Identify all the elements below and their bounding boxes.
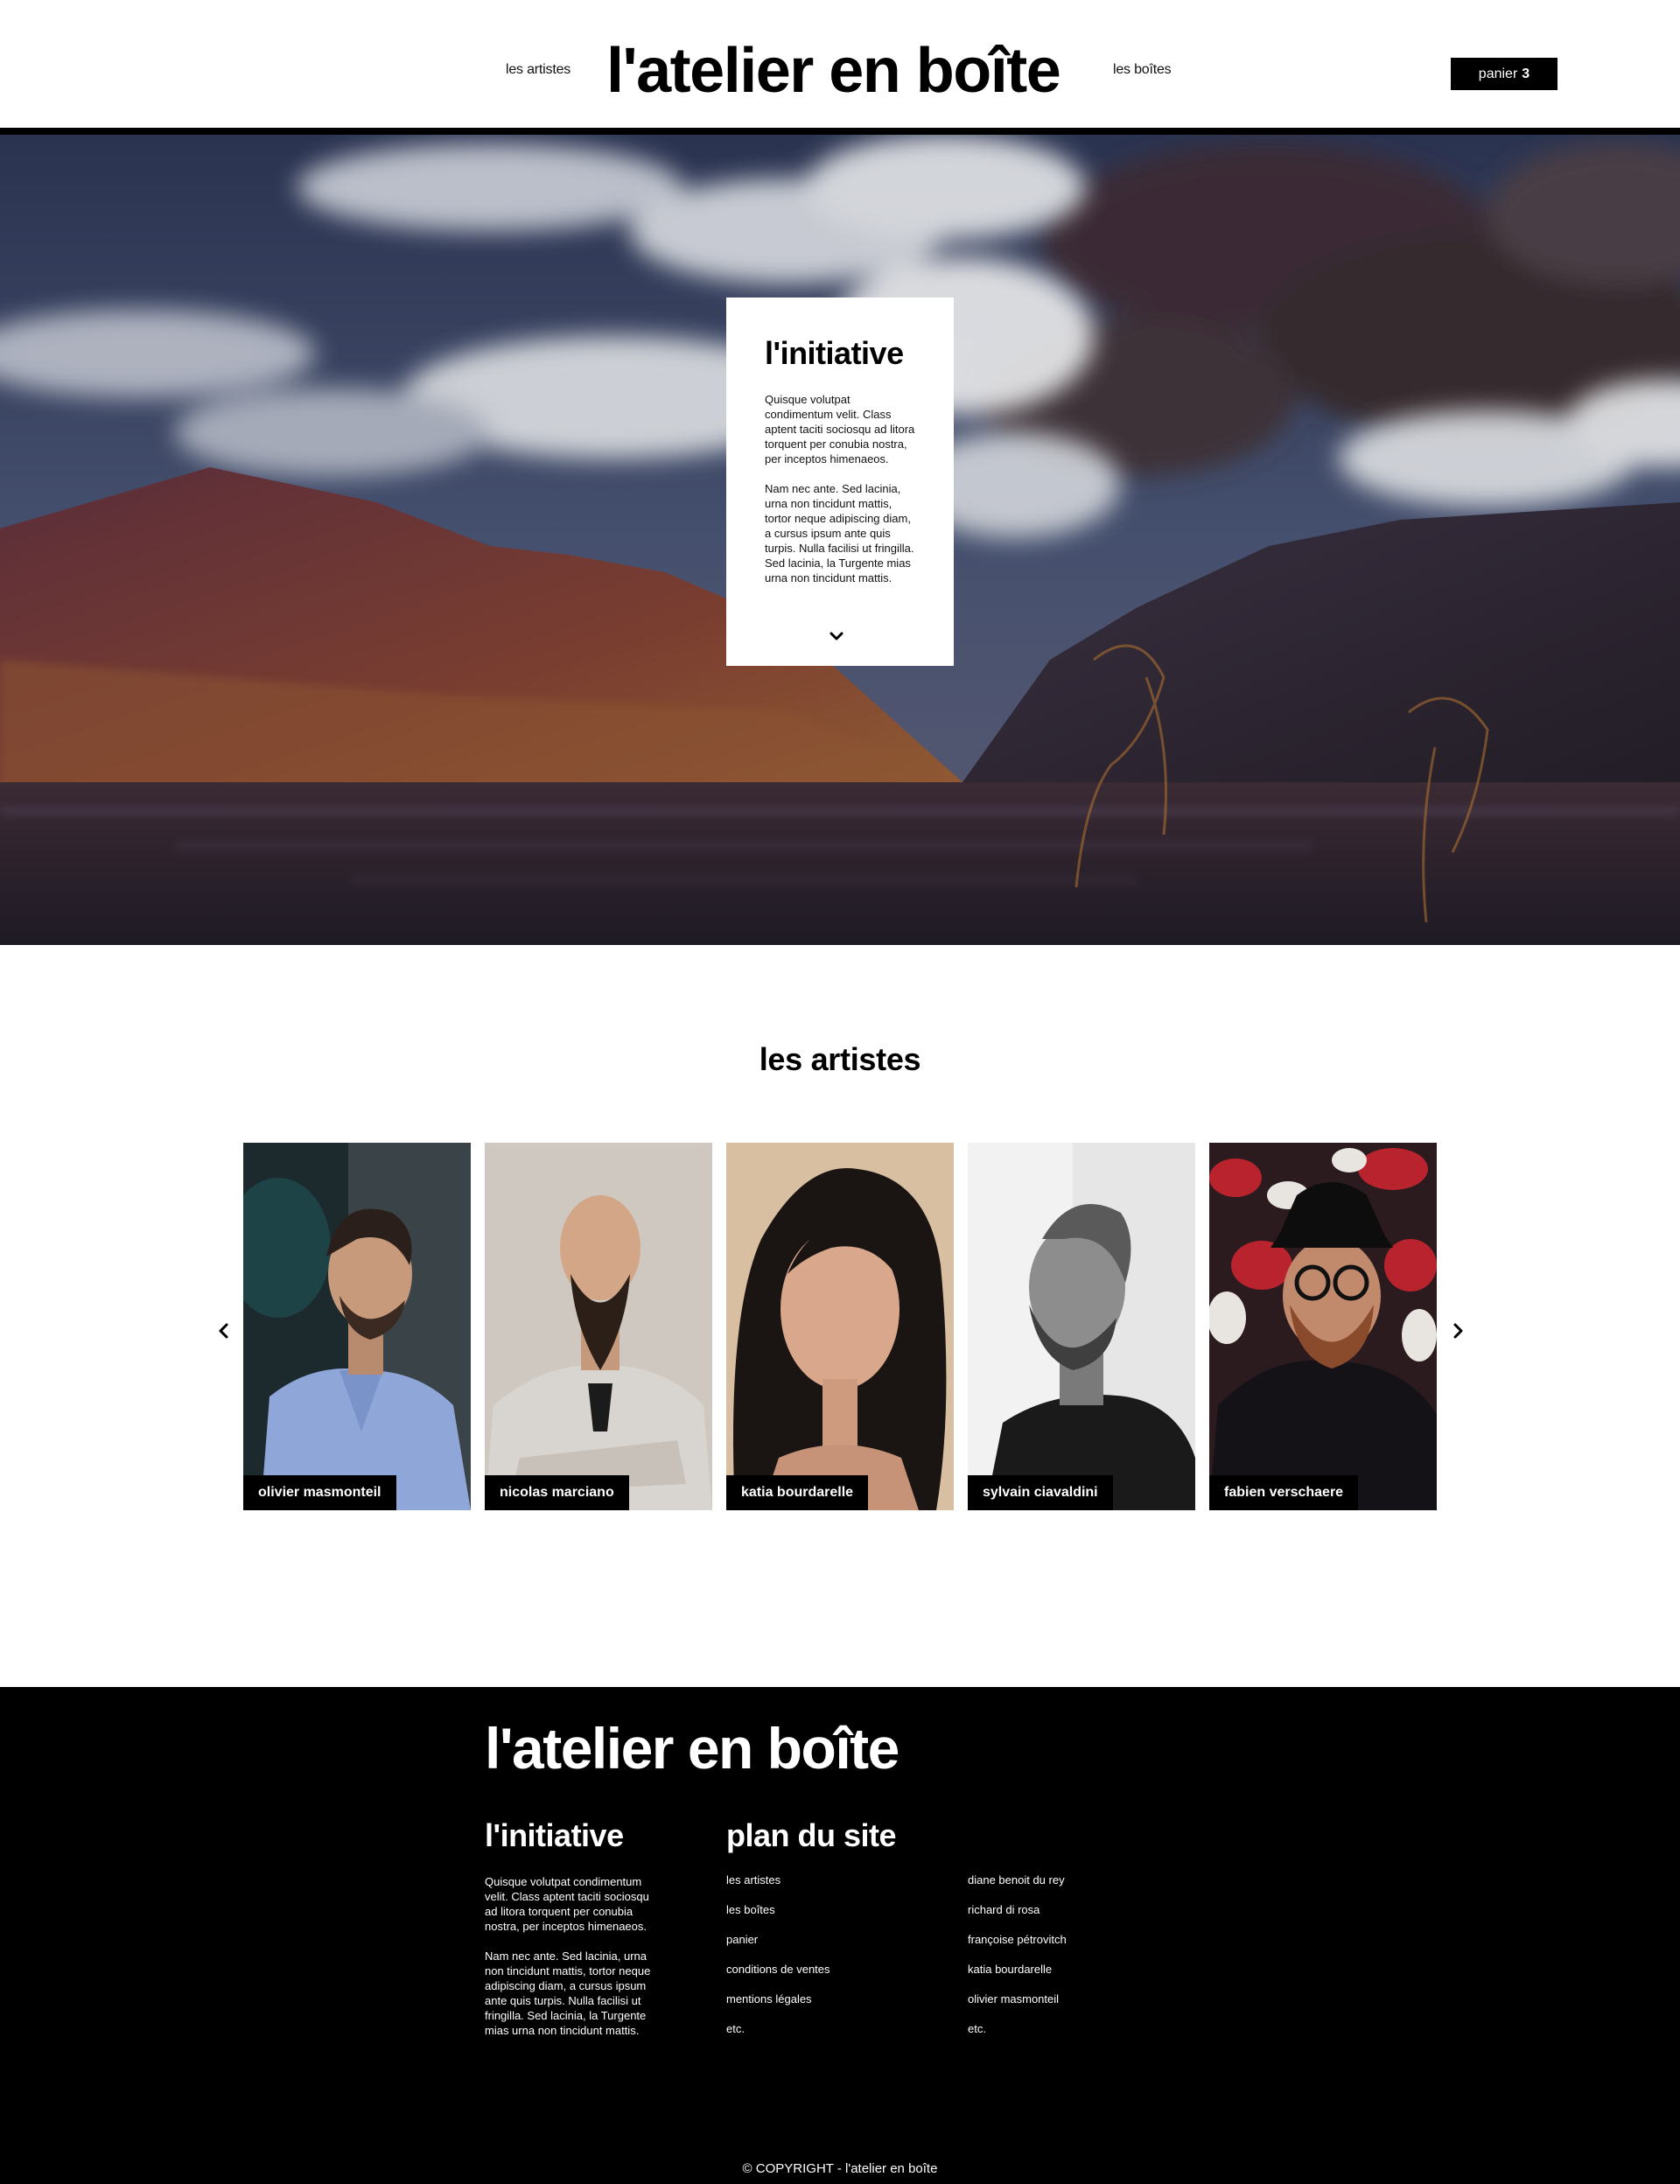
footer-link-artist[interactable]: katia bourdarelle — [968, 1961, 1067, 1991]
initiative-card: l'initiative Quisque volutpat condimentu… — [726, 298, 954, 666]
site-footer: l'atelier en boîte l'initiative Quisque … — [0, 1687, 1680, 2184]
footer-artist-links: diane benoit du rey richard di rosa fran… — [968, 1872, 1067, 2050]
footer-link-artist[interactable]: diane benoit du rey — [968, 1872, 1067, 1901]
artist-photo — [1209, 1143, 1437, 1510]
artist-card[interactable]: sylvain ciavaldini — [968, 1143, 1195, 1510]
footer-link-artist[interactable]: françoise pétrovitch — [968, 1931, 1067, 1961]
footer-link-boites[interactable]: les boîtes — [726, 1901, 830, 1931]
footer-initiative-title: l'initiative — [485, 1817, 624, 1853]
footer-initiative-paragraph-2: Nam nec ante. Sed lacinia, urna non tinc… — [485, 1950, 651, 2037]
cart-label: panier — [1478, 66, 1518, 81]
footer-initiative-paragraph-1: Quisque volutpat condimentum velit. Clas… — [485, 1875, 649, 1933]
initiative-paragraph-2: Nam nec ante. Sed lacinia, urna non tinc… — [765, 482, 914, 584]
artist-card[interactable]: nicolas marciano — [485, 1143, 712, 1510]
site-logo[interactable]: l'atelier en boîte — [606, 32, 1061, 110]
cart-button[interactable]: panier 3 — [1451, 58, 1558, 90]
initiative-title: l'initiative — [765, 335, 904, 371]
artist-photo — [243, 1143, 471, 1510]
artist-card[interactable]: fabien verschaere — [1209, 1143, 1437, 1510]
artist-name: sylvain ciavaldini — [968, 1475, 1113, 1510]
artist-name: fabien verschaere — [1209, 1475, 1359, 1510]
artist-card[interactable]: katia bourdarelle — [726, 1143, 954, 1510]
artist-photo — [485, 1143, 712, 1510]
footer-logo[interactable]: l'atelier en boîte — [485, 1713, 900, 1783]
footer-link-etc[interactable]: etc. — [968, 2020, 1067, 2050]
initiative-paragraph-1: Quisque volutpat condimentum velit. Clas… — [765, 393, 915, 466]
footer-link-mentions[interactable]: mentions légales — [726, 1991, 830, 2020]
chevron-left-icon[interactable] — [214, 1317, 234, 1345]
artist-name: olivier masmonteil — [243, 1475, 396, 1510]
site-header: les artistes l'atelier en boîte les boît… — [0, 0, 1680, 128]
nav-link-boites[interactable]: les boîtes — [1113, 62, 1172, 78]
footer-link-conditions[interactable]: conditions de ventes — [726, 1961, 830, 1991]
chevron-down-icon[interactable] — [826, 626, 847, 647]
footer-link-artist[interactable]: richard di rosa — [968, 1901, 1067, 1931]
header-divider — [0, 128, 1680, 135]
artist-photo — [726, 1143, 954, 1510]
artists-section-title: les artistes — [759, 1041, 921, 1077]
artist-photo — [968, 1143, 1195, 1510]
footer-sitemap-links: les artistes les boîtes panier condition… — [726, 1872, 830, 2050]
artist-name: katia bourdarelle — [726, 1475, 869, 1510]
footer-sitemap-title: plan du site — [726, 1817, 897, 1853]
footer-link-panier[interactable]: panier — [726, 1931, 830, 1961]
footer-link-etc[interactable]: etc. — [726, 2020, 830, 2050]
chevron-right-icon[interactable] — [1447, 1317, 1468, 1345]
footer-link-artistes[interactable]: les artistes — [726, 1872, 830, 1901]
footer-initiative-text: Quisque volutpat condimentum velit. Clas… — [485, 1874, 651, 2053]
hero-banner: l'initiative Quisque volutpat condimentu… — [0, 135, 1680, 945]
nav-link-artistes[interactable]: les artistes — [506, 62, 570, 78]
footer-link-artist[interactable]: olivier masmonteil — [968, 1991, 1067, 2020]
cart-count: 3 — [1522, 66, 1530, 81]
artist-card[interactable]: olivier masmonteil — [243, 1143, 471, 1510]
copyright-text: © COPYRIGHT - l'atelier en boîte — [742, 2161, 938, 2176]
artist-name: nicolas marciano — [485, 1475, 629, 1510]
